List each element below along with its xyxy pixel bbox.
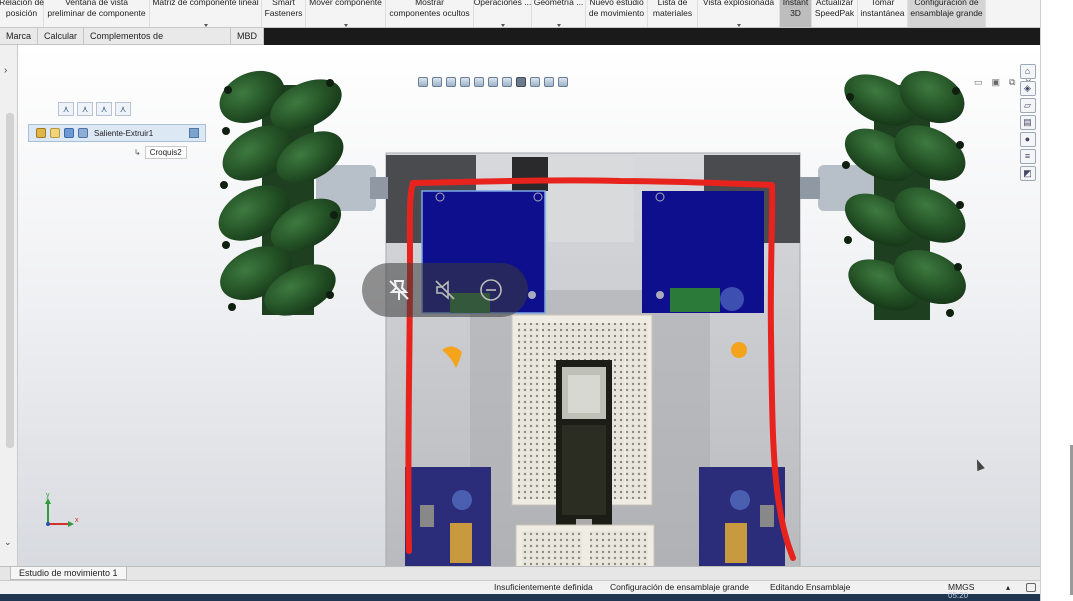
ribbon-button-label: Lista de <box>657 0 688 7</box>
forum-icon[interactable]: ◩ <box>1019 166 1036 181</box>
screen-recorder-overlay <box>362 263 528 317</box>
home-icon[interactable]: ⌂ <box>1019 64 1036 79</box>
ribbon-button[interactable]: Lista de materiales <box>648 0 698 27</box>
ribbon-button[interactable]: Mostrar componentes ocultos <box>386 0 474 27</box>
stepper-driver-right <box>699 467 785 566</box>
ribbon-button-label: Mostrar <box>415 0 444 7</box>
ribbon-button[interactable]: Nuevo estudio de movimiento <box>586 0 648 27</box>
graphics-area[interactable]: ▭ ▣ ⧉ ✕ ⋏ ⋏ ⋏ ⋏ Saliente-Extruir1 ↳ Croq… <box>0 45 1040 566</box>
ribbon-button[interactable]: Smart Fasteners <box>262 0 306 27</box>
status-options-icon[interactable] <box>1026 583 1036 592</box>
ribbon-button[interactable]: Actualizar SpeedPak <box>812 0 858 27</box>
ribbon-button-label: Vista explosionada <box>702 0 775 7</box>
dropdown-caret-icon[interactable] <box>203 24 208 27</box>
ribbon-button-label: Tomar <box>870 0 895 7</box>
ribbon-button-label: componentes ocultos <box>389 8 470 18</box>
ribbon-button[interactable]: Vista explosionada <box>698 0 780 27</box>
ribbon-button[interactable]: Instant 3D <box>780 0 812 27</box>
units-caret-icon[interactable]: ▴ <box>1006 581 1010 594</box>
ribbon-button-label: Matriz de componente lineal <box>152 0 259 7</box>
left-panel-collapsed: › ⌄ <box>0 45 18 566</box>
file-explorer-icon[interactable]: ▱ <box>1019 98 1036 113</box>
command-manager-tabs: Marca Calcular Complementos de SOLIDWORK… <box>0 28 264 57</box>
ribbon-button-label: Geometría ... <box>533 0 584 7</box>
appearances-icon[interactable]: ● <box>1019 132 1036 147</box>
triad-x-label: x <box>75 517 79 524</box>
right-edge-panel <box>1040 0 1073 601</box>
configuration-status: Configuración de ensamblaje grande <box>610 582 749 592</box>
motor-driver-board-right <box>642 191 764 313</box>
ribbon-button-label: Relación de <box>0 0 44 7</box>
ribbon-button-label: 3D <box>790 8 801 18</box>
dropdown-caret-icon[interactable] <box>500 24 505 27</box>
dropdown-caret-icon[interactable] <box>556 24 561 27</box>
definition-status: Insuficientemente definida <box>494 582 593 592</box>
ribbon-button-label: Mover componente <box>309 0 382 7</box>
ribbon-button-label: ensamblaje grande <box>910 8 983 18</box>
ribbon-button[interactable]: Ventana de vista preliminar de componente <box>44 0 150 27</box>
ribbon-button[interactable]: Relación de posición <box>0 0 44 27</box>
ribbon-button-label: Ventana de vista <box>65 0 128 7</box>
ribbon-button-label: Smart <box>272 0 295 7</box>
view-palette-icon[interactable]: ▤ <box>1019 115 1036 130</box>
ribbon-button-label: Nuevo estudio <box>589 0 644 7</box>
status-bar: Insuficientemente definida Configuración… <box>0 580 1040 594</box>
os-taskbar: 05:20 <box>0 591 1073 601</box>
ribbon-button-label: posición <box>5 8 38 18</box>
ribbon-button-label: Fasteners <box>264 8 303 18</box>
ribbon-button-label: SpeedPak <box>814 8 855 18</box>
pin-off-icon[interactable] <box>386 277 412 303</box>
task-pane-tabs: ⌂ ◈ ▱ ▤ ● ≡ ◩ <box>1017 62 1038 183</box>
taskbar-clock: 05:20 <box>948 591 969 600</box>
ribbon-button[interactable]: Tomar instantánea <box>858 0 908 27</box>
tab-calcular[interactable]: Calcular <box>38 28 85 44</box>
dropdown-caret-icon[interactable] <box>343 24 348 27</box>
custom-properties-icon[interactable]: ≡ <box>1019 149 1036 164</box>
editing-status: Editando Ensamblaje <box>770 582 851 592</box>
left-panel-scrollbar[interactable] <box>6 113 14 448</box>
ribbon-button-label: Actualizar <box>815 0 854 7</box>
scroll-down-icon[interactable]: ⌄ <box>4 537 12 548</box>
command-manager-ribbon: Relación de posición Ventana de vista preli… <box>0 0 1040 28</box>
tab-mbd[interactable]: MBD <box>231 28 264 44</box>
motion-study-tab[interactable]: Estudio de movimiento 1 <box>10 567 127 580</box>
record-stop-icon[interactable] <box>478 277 504 303</box>
tab-complementos[interactable]: Complementos de SOLIDWORKS <box>84 28 231 57</box>
top-center-plate <box>548 157 634 242</box>
ribbon-button[interactable]: Mover componente <box>306 0 386 27</box>
stepper-driver-left <box>405 467 491 566</box>
ribbon-button-label: materiales <box>652 8 693 18</box>
ribbon-button-label: preliminar de componente <box>47 8 146 18</box>
ribbon-button[interactable]: Geometría ... <box>532 0 586 27</box>
motor-coupler-left <box>370 177 388 199</box>
expand-arrow-icon[interactable]: › <box>4 65 7 76</box>
ribbon-button[interactable]: Matriz de componente lineal <box>150 0 262 27</box>
triad-y-label: y <box>46 492 50 499</box>
ribbon-button[interactable]: Operaciones ... <box>473 0 532 27</box>
microcontroller-esp32 <box>556 360 612 530</box>
resources-icon[interactable]: ◈ <box>1019 81 1036 96</box>
center-block <box>512 157 548 191</box>
mute-icon[interactable] <box>432 277 458 303</box>
ribbon-button-label: Configuración de <box>914 0 979 7</box>
ribbon-button-label: de movimiento <box>588 8 645 18</box>
ribbon-button[interactable]: Configuración de ensamblaje grande <box>908 0 986 27</box>
ribbon-button-label: instantánea <box>860 8 905 18</box>
tab-marca[interactable]: Marca <box>0 28 39 44</box>
breadboard-bottom <box>515 524 655 566</box>
ribbon-button-label: Operaciones ... <box>473 0 532 7</box>
motor-coupler-right <box>800 177 820 199</box>
dropdown-caret-icon[interactable] <box>736 24 741 27</box>
motion-study-bar: Estudio de movimiento 1 <box>0 566 1040 580</box>
marker-dot-right <box>731 342 747 358</box>
ribbon-button-label: Instant <box>782 0 809 7</box>
